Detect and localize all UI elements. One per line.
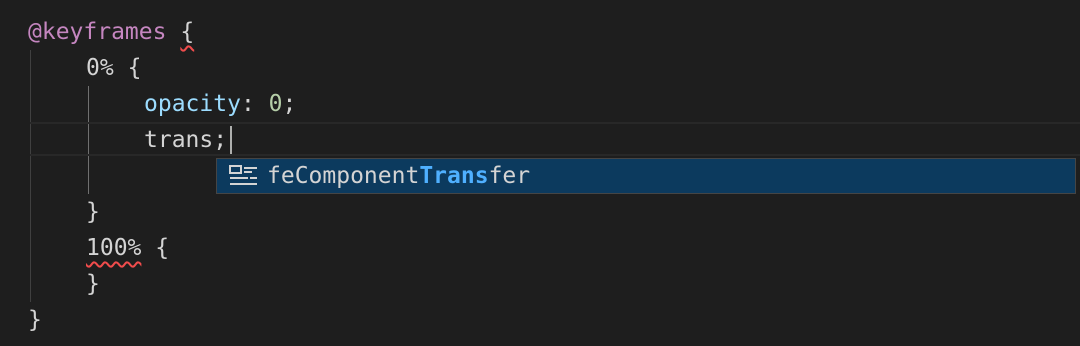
keyframe-selector: 0%: [86, 55, 114, 81]
snippet-icon: [229, 164, 259, 188]
close-brace: }: [28, 307, 42, 333]
suggest-label-suffix: fer: [488, 163, 531, 189]
suggest-widget[interactable]: feComponentTransfer: [216, 158, 1076, 194]
semicolon: ;: [213, 127, 228, 153]
suggest-label-prefix: feComponent: [267, 163, 420, 189]
property-name: opacity: [144, 91, 241, 117]
indent-guide: [30, 50, 31, 302]
code-line-9[interactable]: }: [28, 302, 42, 338]
colon: :: [240, 91, 255, 117]
keyframe-selector-error: 100%: [86, 235, 142, 261]
code-line-4[interactable]: trans;: [144, 122, 227, 158]
suggest-label: feComponentTransfer: [267, 163, 530, 189]
property-value: 0: [268, 91, 283, 117]
text-cursor: [230, 126, 232, 154]
suggest-label-match: Trans: [419, 163, 489, 189]
semicolon: ;: [282, 91, 297, 117]
code-line-2[interactable]: 0% {: [86, 50, 141, 86]
open-brace: {: [155, 235, 170, 261]
suggest-item[interactable]: feComponentTransfer: [217, 159, 1075, 193]
code-line-1[interactable]: @keyframes {: [28, 14, 194, 50]
code-line-8[interactable]: }: [86, 266, 100, 302]
close-brace: }: [86, 271, 100, 297]
code-line-3[interactable]: opacity: 0;: [144, 86, 296, 122]
at-keyword: @keyframes: [28, 19, 167, 45]
typed-text: trans: [144, 127, 214, 153]
open-brace: {: [127, 55, 142, 81]
code-line-7[interactable]: 100% {: [86, 230, 169, 266]
close-brace: }: [86, 199, 100, 225]
code-editor[interactable]: @keyframes { 0% { opacity: 0; trans; } 1…: [0, 0, 1080, 346]
code-line-6[interactable]: }: [86, 194, 100, 230]
brace-error: {: [180, 19, 195, 45]
